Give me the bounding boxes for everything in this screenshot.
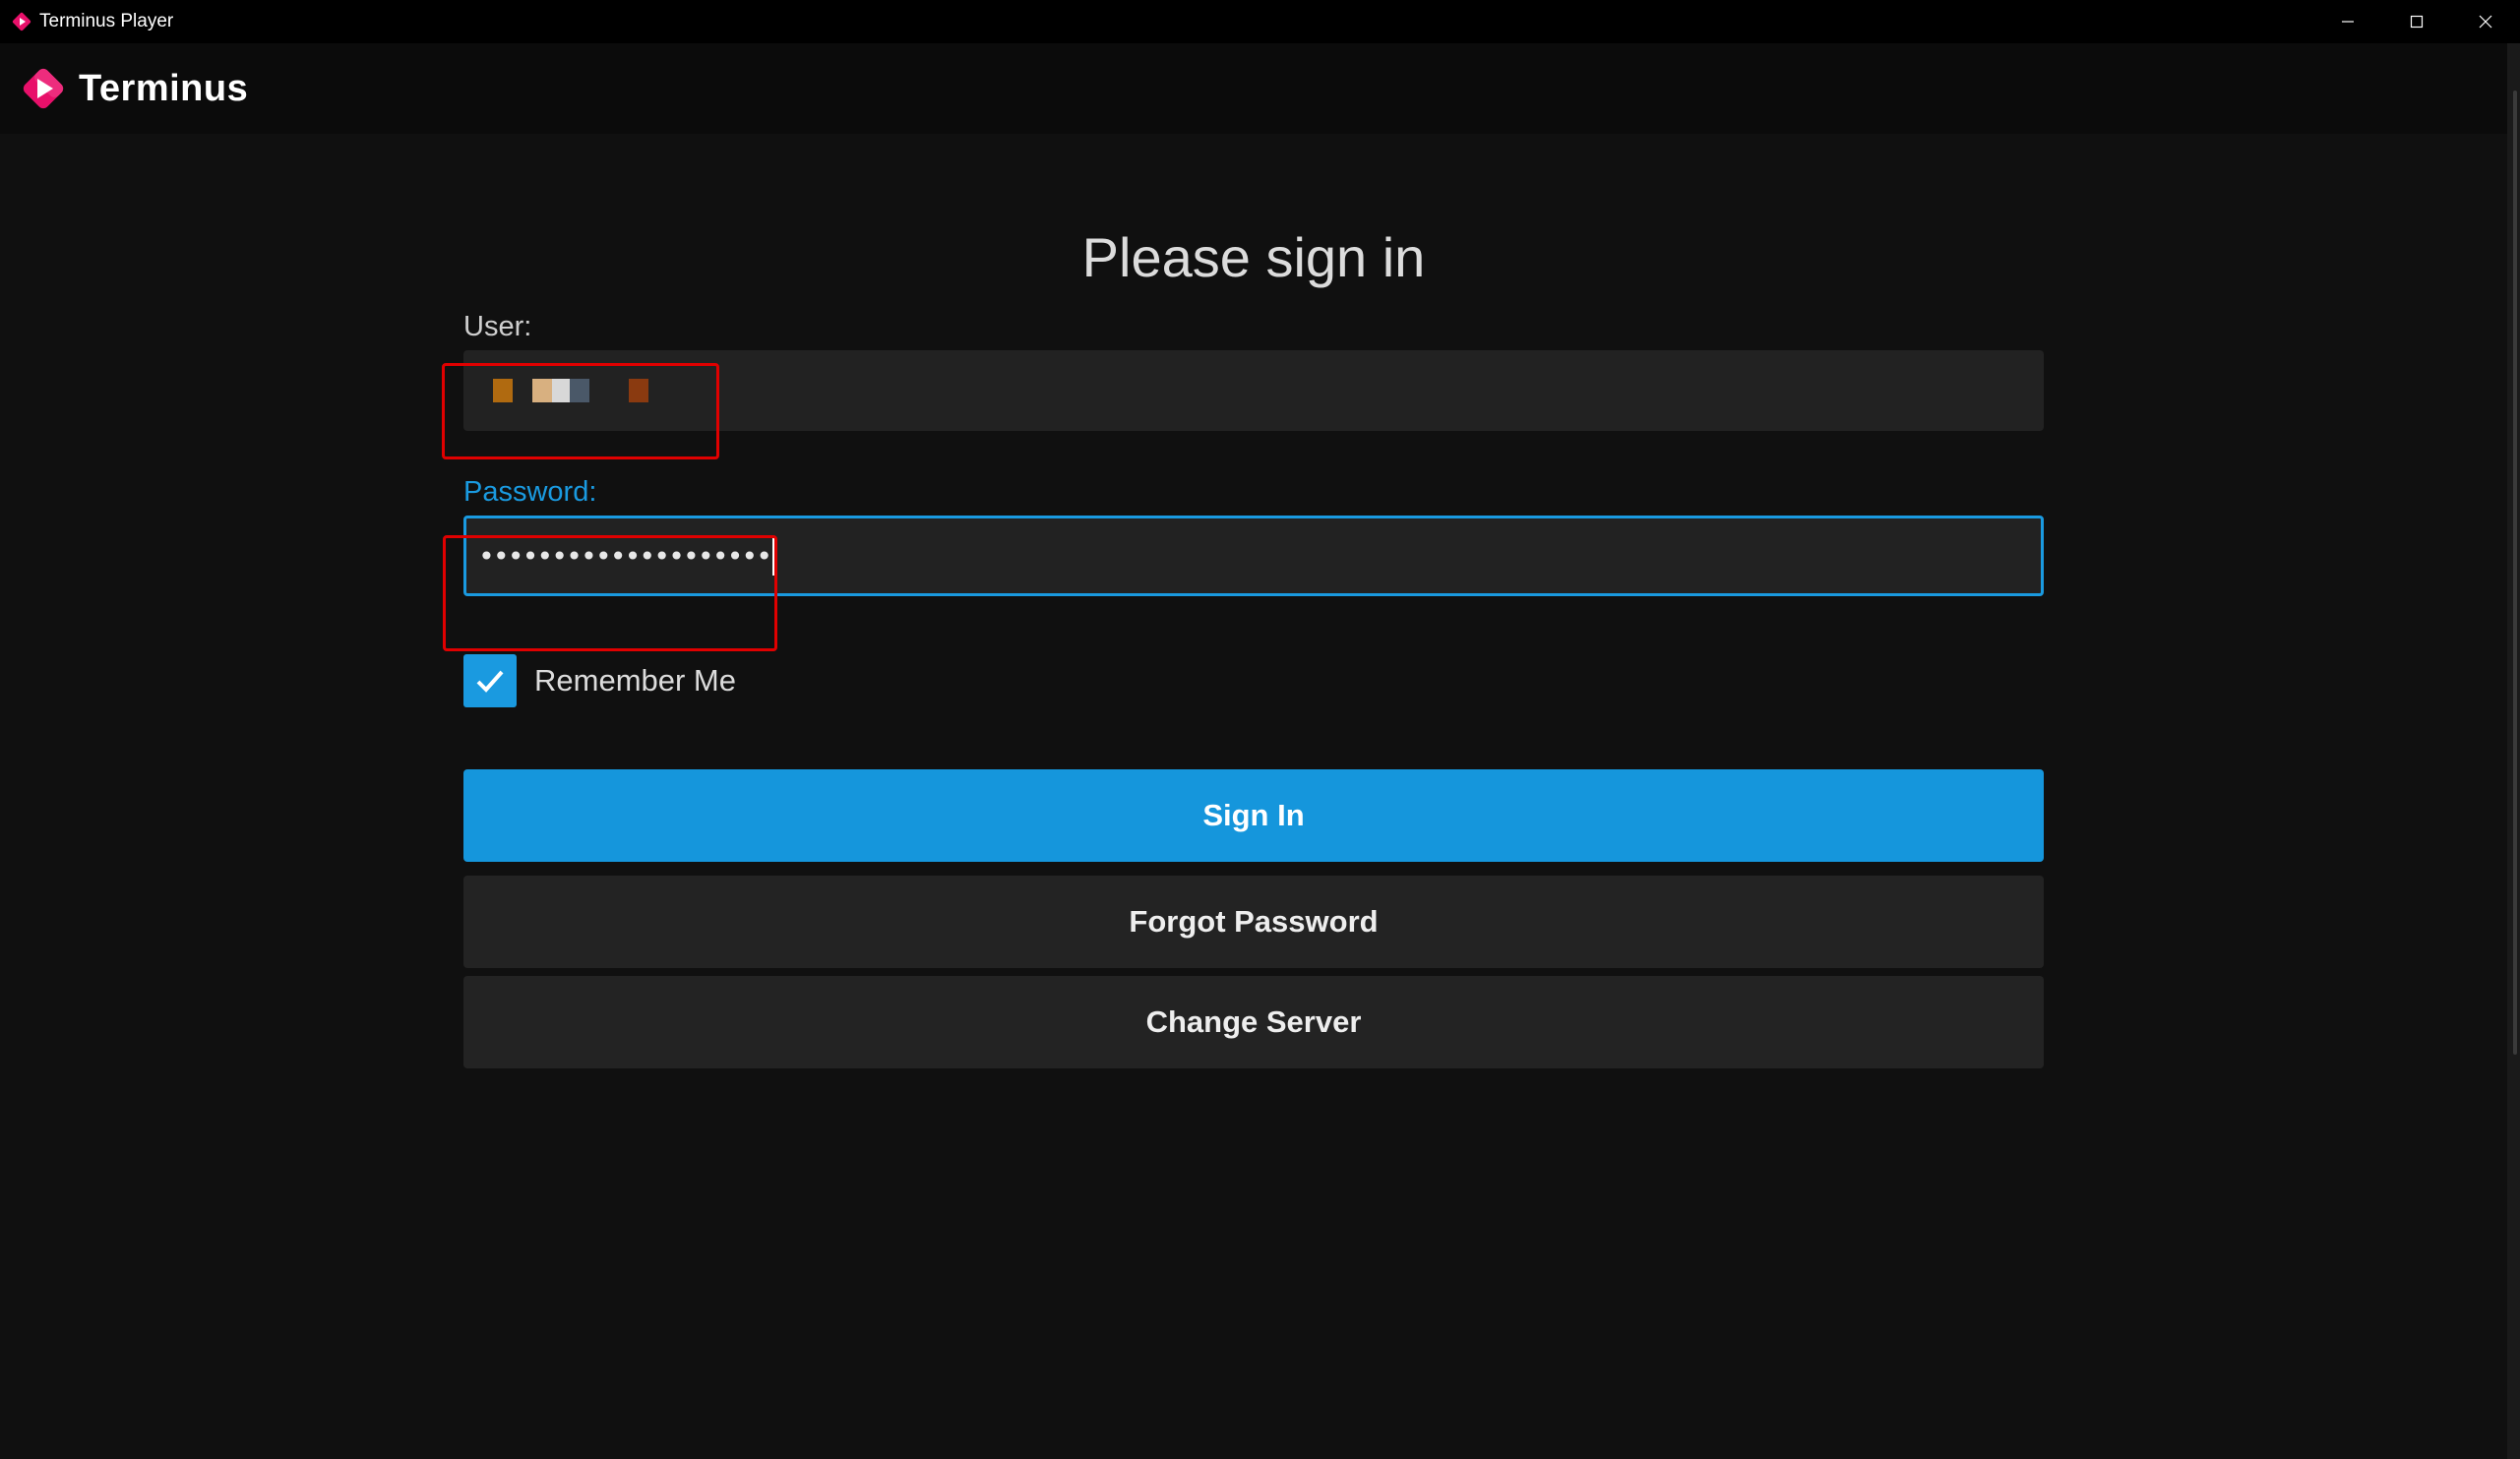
app-logo-icon xyxy=(12,12,31,31)
change-server-button[interactable]: Change Server xyxy=(463,976,2044,1068)
user-label: User: xyxy=(463,311,532,342)
password-label: Password: xyxy=(463,476,597,508)
app-window: Terminus Player Terminus Please sign in … xyxy=(0,0,2520,1459)
window-title: Terminus Player xyxy=(39,11,174,31)
remember-me-label: Remember Me xyxy=(534,663,736,698)
title-bar: Terminus Player xyxy=(0,0,2520,43)
remember-me-checkbox[interactable] xyxy=(463,654,517,707)
minimize-icon xyxy=(2342,21,2354,23)
scrollbar[interactable] xyxy=(2507,43,2520,1459)
sign-in-button[interactable]: Sign In xyxy=(463,769,2044,862)
maximize-icon xyxy=(2410,15,2424,29)
terminus-logo-icon xyxy=(23,68,64,109)
forgot-password-button[interactable]: Forgot Password xyxy=(463,876,2044,968)
window-controls xyxy=(2313,0,2520,43)
app-name: Terminus xyxy=(79,67,249,109)
scrollbar-thumb[interactable] xyxy=(2513,91,2517,1055)
checkmark-icon xyxy=(476,670,504,693)
annotation-box-user xyxy=(442,363,719,459)
minimize-button[interactable] xyxy=(2313,0,2382,43)
annotation-box-password xyxy=(443,535,777,651)
app-header: Terminus xyxy=(0,43,2507,134)
remember-me-row[interactable]: Remember Me xyxy=(463,653,2044,708)
close-button[interactable] xyxy=(2451,0,2520,43)
maximize-button[interactable] xyxy=(2382,0,2451,43)
close-icon xyxy=(2479,15,2492,29)
page-title: Please sign in xyxy=(1081,226,1426,288)
